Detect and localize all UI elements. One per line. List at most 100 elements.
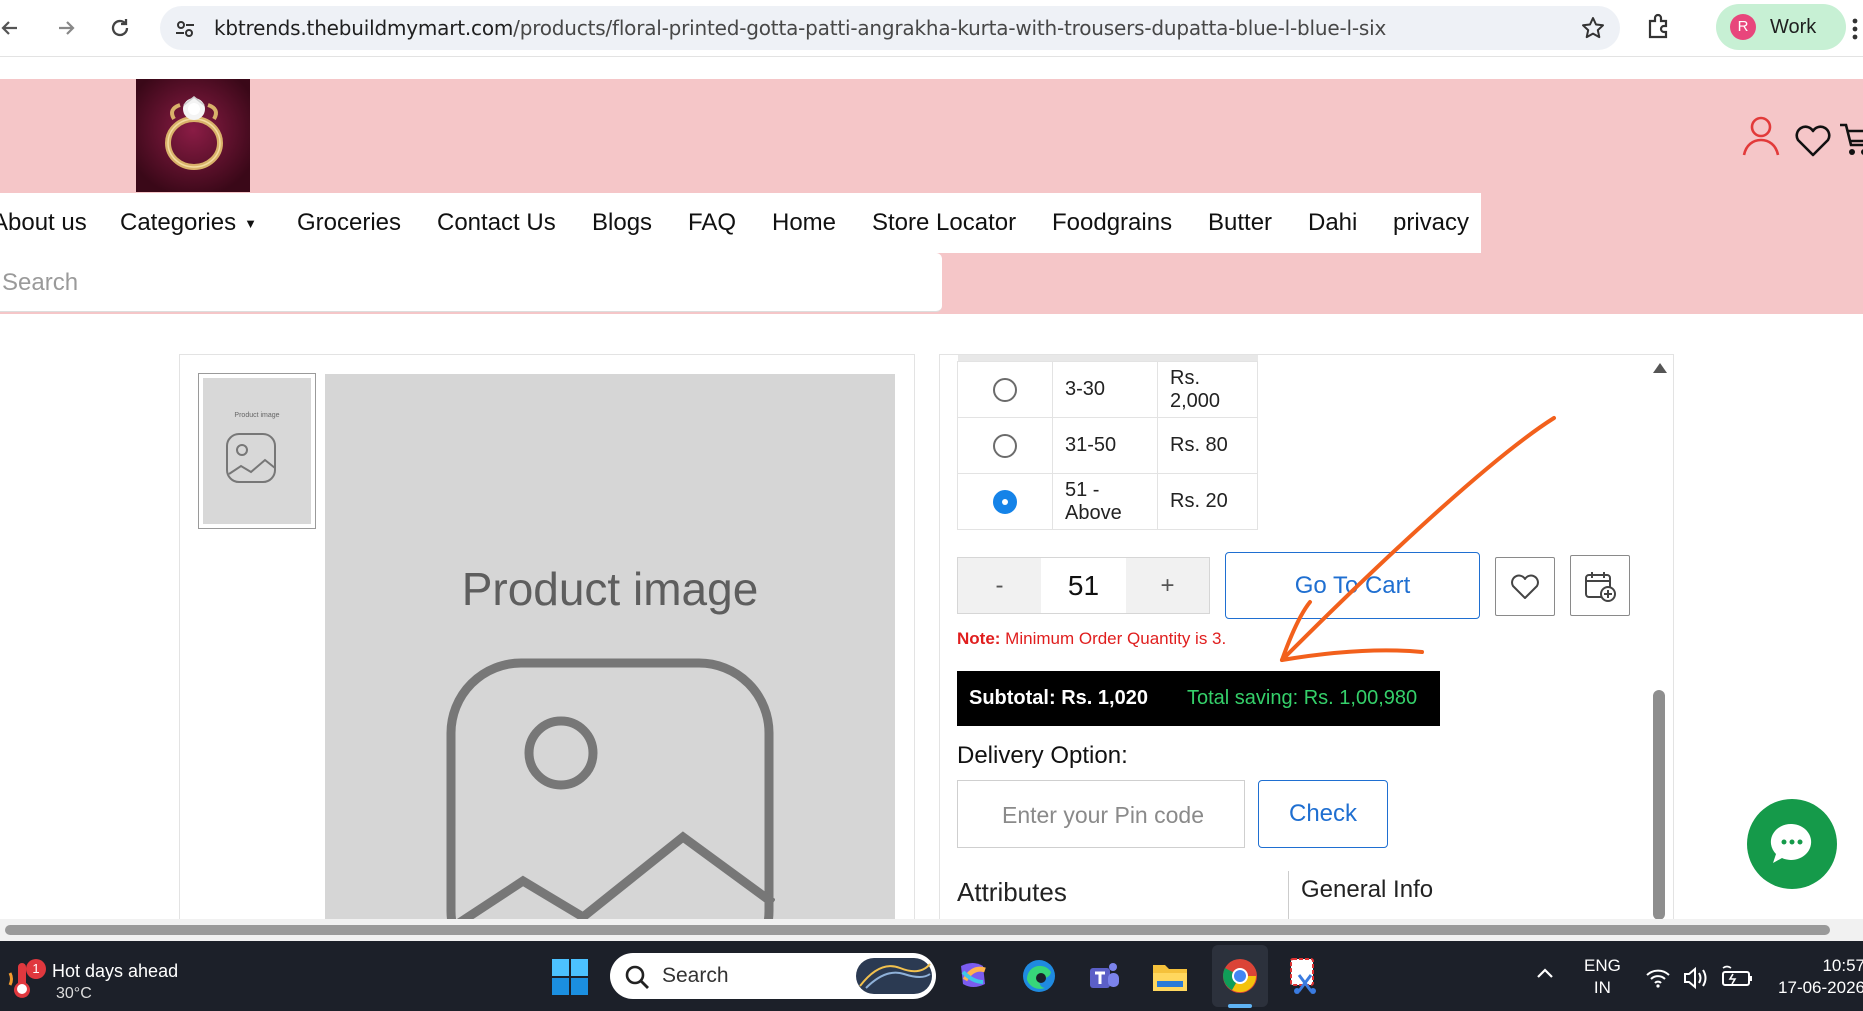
taskbar-search[interactable]: Search: [610, 953, 936, 999]
qty-decrease-button[interactable]: -: [958, 558, 1041, 613]
product-main-image[interactable]: Product image: [325, 374, 895, 920]
wifi-icon: [1646, 969, 1670, 988]
pincode-field: [957, 780, 1248, 849]
image-placeholder-icon: [446, 658, 775, 920]
nav-groceries[interactable]: Groceries: [297, 193, 401, 253]
bookmark-star-icon[interactable]: [1580, 15, 1606, 41]
product-gallery: Product image Product image: [179, 354, 915, 920]
nav-foodgrains[interactable]: Foodgrains: [1052, 193, 1172, 253]
nav-blogs[interactable]: Blogs: [592, 193, 652, 253]
add-to-calendar-button[interactable]: [1570, 555, 1630, 616]
search-input[interactable]: [0, 253, 924, 313]
site-search: [0, 253, 942, 313]
weather-temp: 30°C: [56, 985, 92, 1002]
profile-name: Work: [1770, 16, 1817, 38]
product-thumbnail[interactable]: Product image: [198, 373, 316, 529]
delivery-option-title: Delivery Option:: [957, 742, 1128, 769]
note-text: Minimum Order Quantity is 3.: [1000, 629, 1227, 648]
nav-about-us[interactable]: About us: [0, 193, 87, 253]
thumbnail-image: Product image: [203, 378, 311, 524]
clock-time: 10:57: [1822, 956, 1863, 975]
language-code: ENG: [1584, 956, 1621, 975]
subtotal-bar: Subtotal: Rs. 1,020 Total saving: Rs. 1,…: [957, 671, 1440, 726]
tier-radio-selected[interactable]: [993, 489, 1017, 514]
extensions-icon[interactable]: [1644, 12, 1674, 42]
page-scroll-thumb[interactable]: [5, 925, 1830, 935]
tier-price: Rs. 80: [1157, 417, 1258, 474]
tier-row[interactable]: 31-50 Rs. 80: [957, 417, 1258, 474]
url-host: kbtrends.thebuildmymart.com: [214, 16, 514, 40]
language-indicator[interactable]: ENG IN: [1584, 955, 1621, 999]
tab-attributes[interactable]: Attributes: [957, 877, 1067, 908]
address-bar[interactable]: kbtrends.thebuildmymart.com/products/flo…: [160, 6, 1620, 50]
check-pincode-button[interactable]: Check: [1258, 780, 1388, 848]
tier-range: 31-50: [1052, 417, 1158, 474]
forward-icon[interactable]: [50, 12, 82, 44]
tier-radio[interactable]: [993, 377, 1017, 402]
chrome-browser-icon[interactable]: [1219, 955, 1261, 997]
header-actions: [1740, 115, 1863, 159]
user-account-icon: [1742, 116, 1780, 156]
annotation-arrow: [1270, 412, 1560, 672]
windows-start-icon[interactable]: [552, 959, 588, 995]
url-path: /products/floral-printed-gotta-patti-ang…: [513, 16, 1387, 40]
tabs-divider: [1288, 871, 1289, 920]
tier-row[interactable]: 3-30 Rs. 2,000: [957, 361, 1258, 418]
qty-increase-button[interactable]: +: [1126, 558, 1209, 613]
weather-title: Hot days ahead: [52, 961, 179, 981]
chevron-up-icon[interactable]: [1536, 967, 1554, 979]
cart-icon: [1840, 123, 1863, 155]
snipping-tool-icon[interactable]: [1284, 955, 1326, 997]
teams-icon[interactable]: [1083, 955, 1125, 997]
nav-store-locator[interactable]: Store Locator: [872, 193, 1016, 253]
nav-home[interactable]: Home: [772, 193, 836, 253]
clock-date: 17-06-2026: [1778, 978, 1863, 997]
edge-browser-icon[interactable]: [1018, 955, 1060, 997]
search-icon: [625, 965, 649, 989]
chrome-running-indicator: [1228, 1004, 1252, 1008]
taskbar-search-label: Search: [662, 964, 729, 987]
back-icon[interactable]: [0, 12, 26, 44]
file-explorer-icon[interactable]: [1149, 955, 1191, 997]
site-info-icon[interactable]: [172, 16, 198, 42]
volume-icon: [1684, 966, 1707, 990]
nav-dahi[interactable]: Dahi: [1308, 193, 1357, 253]
taskbar-clock[interactable]: 10:57 17-06-2026: [1770, 955, 1863, 999]
page-horizontal-scrollbar[interactable]: [0, 919, 1863, 941]
profile-avatar: R: [1730, 14, 1756, 40]
note-label: Note:: [957, 629, 1001, 648]
tier-row[interactable]: 51 - Above Rs. 20: [957, 473, 1258, 530]
pincode-input[interactable]: [958, 781, 1248, 849]
battery-icon: [1722, 965, 1752, 986]
nav-faq[interactable]: FAQ: [688, 193, 736, 253]
url-text: kbtrends.thebuildmymart.com/products/flo…: [214, 6, 1386, 50]
wishlist-heart-icon: [1795, 125, 1831, 157]
calendar-add-icon: [1585, 571, 1616, 602]
more-menu-icon[interactable]: [1852, 18, 1858, 40]
panel-scroll-thumb[interactable]: [1653, 690, 1665, 920]
main-image-label: Product image: [461, 563, 759, 615]
site-logo[interactable]: [136, 79, 250, 192]
nav-contact-us[interactable]: Contact Us: [437, 193, 556, 253]
chat-widget-button[interactable]: [1747, 799, 1837, 889]
copilot-icon[interactable]: [952, 955, 994, 997]
nav-privacy[interactable]: privacy: [1393, 193, 1469, 253]
tier-radio[interactable]: [993, 433, 1017, 458]
scroll-up-arrow-icon[interactable]: [1653, 363, 1667, 373]
profile-button[interactable]: R Work: [1716, 4, 1846, 50]
chevron-down-icon: ▼: [244, 216, 257, 231]
nav-categories[interactable]: Categories ▼: [120, 193, 257, 256]
system-tray[interactable]: [1645, 965, 1755, 991]
panel-scrollbar[interactable]: [1645, 355, 1673, 920]
site-header: About us Categories ▼ Groceries Contact U…: [0, 79, 1863, 314]
search-highlight-icon: [856, 958, 932, 994]
tab-general-info[interactable]: General Info: [1301, 876, 1433, 904]
quantity-stepper: - 51 +: [957, 557, 1210, 614]
image-placeholder-icon: [226, 433, 276, 483]
qty-value[interactable]: 51: [1041, 558, 1126, 613]
thumbnail-label: Product image: [234, 412, 280, 419]
nav-butter[interactable]: Butter: [1208, 193, 1272, 253]
reload-icon[interactable]: [104, 12, 136, 44]
weather-widget[interactable]: 1 Hot days ahead 30°C: [4, 949, 194, 1005]
chat-icon: [1770, 823, 1812, 863]
